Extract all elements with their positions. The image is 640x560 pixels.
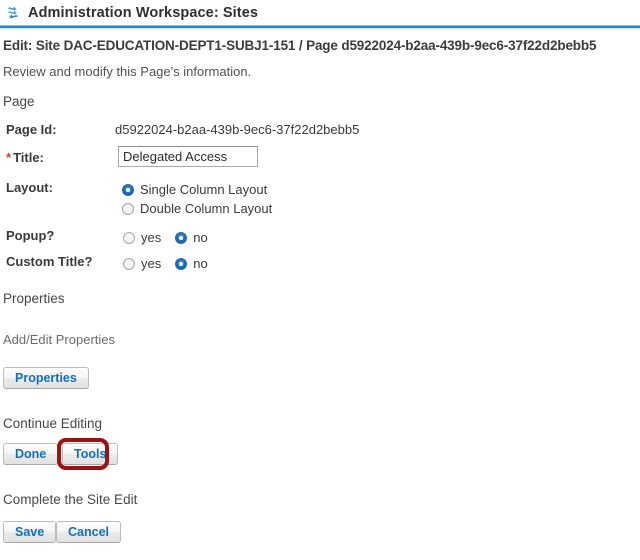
properties-button[interactable]: Properties [3,367,89,389]
titlebar-accent-rule-shadow [0,28,640,30]
layout-option-double-column-label: Double Column Layout [140,201,273,216]
section-heading-properties: Properties [3,291,65,306]
custom-title-no-label: no [193,256,208,271]
title-input[interactable] [118,146,258,167]
popup-yes-label: yes [141,230,162,245]
custom-title-yes-label: yes [141,256,162,271]
radio-icon-single-column[interactable] [122,183,134,196]
custom-title-radio-group[interactable]: yes no [123,256,208,271]
page-id-label: Page Id: [6,122,57,137]
popup-label: Popup? [6,228,55,243]
title-label-text: Title: [13,150,44,165]
page-subtitle: Review and modify this Page's informatio… [3,64,252,79]
add-edit-properties-text: Add/Edit Properties [3,332,116,347]
radio-icon-popup-no[interactable] [175,231,188,244]
save-button[interactable]: Save [3,521,57,543]
section-heading-continue-editing: Continue Editing [3,416,103,431]
custom-title-label: Custom Title? [6,254,93,269]
title-label: * Title: [6,150,44,165]
layout-option-single-column[interactable]: Single Column Layout [122,182,267,197]
done-button[interactable]: Done [3,443,59,465]
section-heading-complete-site-edit: Complete the Site Edit [3,492,138,507]
radio-icon-custom-title-yes[interactable] [123,257,135,270]
radio-icon-custom-title-no[interactable] [175,257,188,270]
swap-arrows-icon [7,6,19,18]
layout-label: Layout: [6,180,53,195]
required-asterisk-icon: * [6,150,12,165]
page-id-value: d5922024-b2aa-439b-9ec6-37f22d2bebb5 [115,122,360,137]
tools-button[interactable]: Tools [62,443,119,465]
popup-no-label: no [193,230,208,245]
radio-icon-double-column[interactable] [122,202,134,215]
cancel-button[interactable]: Cancel [56,521,121,543]
popup-radio-group[interactable]: yes no [123,230,208,245]
layout-option-double-column[interactable]: Double Column Layout [122,201,272,216]
radio-icon-popup-yes[interactable] [123,231,135,244]
section-heading-page: Page [3,94,35,109]
layout-option-single-column-label: Single Column Layout [140,182,268,197]
window-title: Administration Workspace: Sites [28,4,259,21]
window-titlebar: Administration Workspace: Sites [0,0,640,25]
page-title: Edit: Site DAC-EDUCATION-DEPT1-SUBJ1-151… [3,38,597,53]
